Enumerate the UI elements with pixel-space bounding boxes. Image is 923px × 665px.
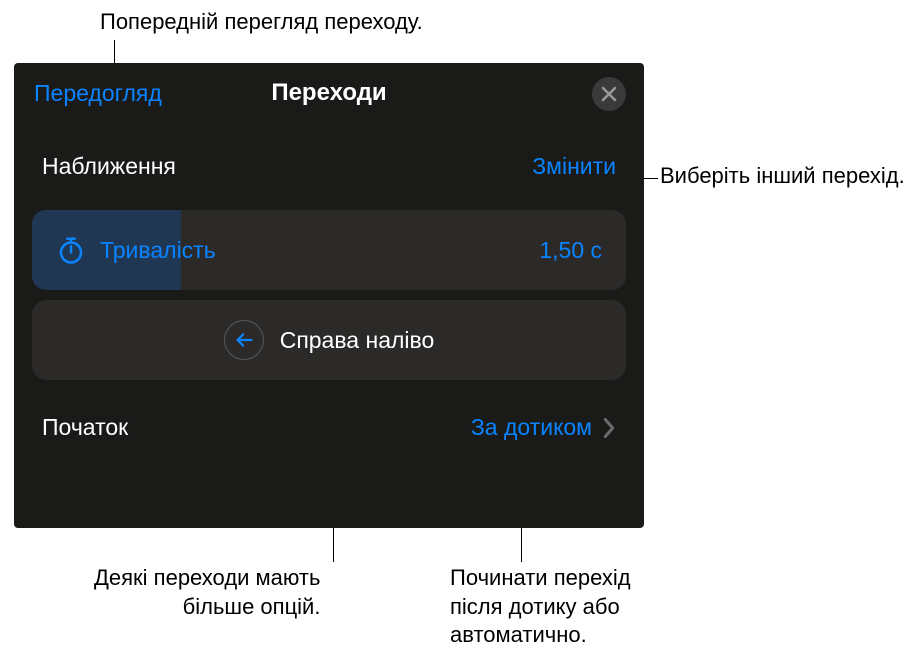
duration-value: 1,50 с [539, 237, 602, 264]
preview-button[interactable]: Передогляд [34, 80, 162, 107]
callout-text: більше опцій. [94, 593, 320, 622]
callout-start: Починати перехід після дотику або автома… [450, 564, 631, 650]
callout-text: Деякі переходи мають [94, 564, 320, 593]
start-label: Початок [42, 414, 128, 441]
callout-options: Деякі переходи мають більше опцій. [94, 564, 320, 621]
transition-name-row: Наближення Змінити [14, 123, 644, 200]
arrow-left-icon [224, 320, 264, 360]
panel-header: Передогляд Переходи [14, 63, 644, 123]
transitions-panel: Передогляд Переходи Наближення Змінити Т… [14, 63, 644, 528]
close-icon [601, 86, 617, 102]
start-row[interactable]: Початок За дотиком [14, 390, 644, 465]
callout-text: автоматично. [450, 621, 631, 650]
direction-label: Справа наліво [280, 327, 435, 354]
chevron-right-icon [602, 417, 616, 439]
start-value: За дотиком [471, 414, 592, 441]
change-button[interactable]: Змінити [532, 153, 616, 180]
callout-preview: Попередній перегляд переходу. [100, 8, 423, 37]
transition-name: Наближення [42, 153, 176, 180]
duration-slider[interactable]: Тривалість 1,50 с [32, 210, 626, 290]
duration-left: Тривалість [56, 235, 216, 265]
duration-label: Тривалість [100, 237, 216, 264]
callout-text: Починати перехід [450, 564, 631, 593]
callout-change: Виберіть інший перехід. [660, 162, 910, 191]
close-button[interactable] [592, 77, 626, 111]
start-value-group: За дотиком [471, 414, 616, 441]
direction-button[interactable]: Справа наліво [32, 300, 626, 380]
callout-text: після дотику або [450, 593, 631, 622]
callout-text: Виберіть інший перехід. [660, 163, 905, 188]
timer-icon [56, 235, 86, 265]
panel-title: Переходи [271, 79, 386, 107]
duration-content: Тривалість 1,50 с [56, 235, 602, 265]
